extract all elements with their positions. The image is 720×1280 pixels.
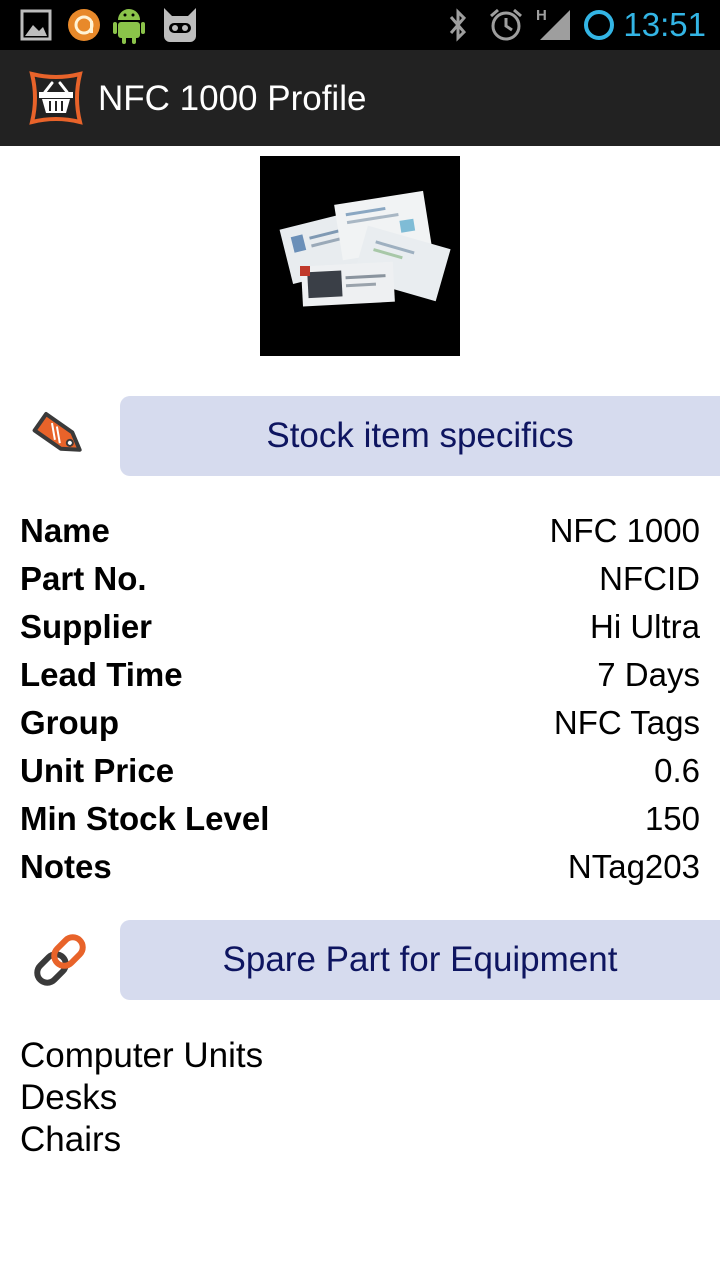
status-clock: 13:51 bbox=[623, 6, 706, 43]
spec-label: Notes bbox=[20, 848, 112, 885]
spec-value: NFC Tags bbox=[553, 704, 700, 741]
spec-label: Unit Price bbox=[20, 752, 175, 789]
alarm-icon bbox=[490, 8, 522, 41]
spec-value: 7 Days bbox=[597, 656, 700, 693]
cyanogenmod-icon bbox=[164, 8, 196, 42]
spec-value: NFCID bbox=[599, 560, 700, 597]
spec-value: NTag203 bbox=[567, 848, 700, 885]
spec-row-notes: Notes NTag203 bbox=[20, 843, 700, 891]
app-title: NFC 1000 Profile bbox=[98, 79, 367, 118]
spec-row-unit-price: Unit Price 0.6 bbox=[20, 747, 700, 795]
spec-row-supplier: Supplier Hi Ultra bbox=[20, 603, 700, 651]
spec-label: Supplier bbox=[20, 608, 153, 645]
bluetooth-icon bbox=[449, 8, 467, 42]
spec-row-lead-time: Lead Time 7 Days bbox=[20, 651, 700, 699]
spec-row-name: Name NFC 1000 bbox=[20, 507, 700, 555]
nfc-cards-image bbox=[279, 190, 451, 307]
avast-icon bbox=[68, 9, 100, 41]
spare-part-for-equipment-button[interactable]: Spare Part for Equipment bbox=[120, 920, 720, 1000]
spec-row-min-stock-level: Min Stock Level 150 bbox=[20, 795, 700, 843]
spec-label: Min Stock Level bbox=[20, 800, 270, 837]
spec-value: Hi Ultra bbox=[589, 608, 700, 645]
equipment-item[interactable]: Computer Units bbox=[20, 1035, 263, 1077]
spec-row-group: Group NFC Tags bbox=[20, 699, 700, 747]
spec-label: Lead Time bbox=[20, 656, 183, 693]
spec-label: Name bbox=[20, 512, 110, 549]
signal-icon: H bbox=[536, 7, 570, 40]
action-bar: NFC 1000 Profile bbox=[0, 50, 720, 146]
basket-icon[interactable] bbox=[26, 68, 86, 128]
gallery-icon bbox=[20, 9, 52, 41]
spec-value: NFC 1000 bbox=[549, 512, 700, 549]
equipment-item[interactable]: Chairs bbox=[20, 1119, 121, 1161]
stock-item-specifics-button[interactable]: Stock item specifics bbox=[120, 396, 720, 476]
tag-icon bbox=[32, 412, 82, 452]
status-bar: H 13:51 bbox=[0, 0, 720, 50]
spec-label: Part No. bbox=[20, 560, 147, 597]
spec-row-part-no: Part No. NFCID bbox=[20, 555, 700, 603]
spec-label: Group bbox=[20, 704, 119, 741]
product-image bbox=[260, 156, 460, 356]
equipment-item[interactable]: Desks bbox=[20, 1077, 117, 1119]
spec-value: 150 bbox=[644, 800, 700, 837]
sync-ring-icon bbox=[584, 10, 614, 40]
link-icon bbox=[34, 934, 86, 986]
android-icon bbox=[113, 9, 145, 44]
svg-text:H: H bbox=[536, 7, 547, 24]
spec-value: 0.6 bbox=[654, 752, 700, 789]
